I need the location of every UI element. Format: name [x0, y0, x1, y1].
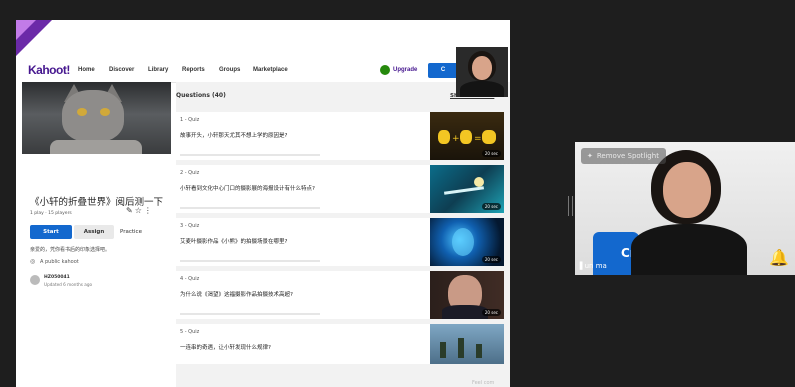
create-button[interactable]: C: [428, 63, 458, 78]
kahoot-logo[interactable]: Kahoot!: [28, 63, 70, 77]
start-button[interactable]: Start: [30, 225, 72, 239]
updated-label: Updated 6 months ago: [44, 282, 93, 287]
practice-button[interactable]: Practice: [120, 229, 142, 235]
bell-icon: 🔔: [769, 248, 789, 267]
questions-header: Questions (40): [176, 92, 226, 99]
question-text: 故事开头，小轩那天尤其不想上学的原因是?: [180, 133, 288, 139]
question-thumbnail: + = 20 sec: [430, 112, 504, 160]
kahoot-description: 亲爱的，凭你看书后的印象选择吧。: [30, 247, 111, 253]
time-badge: 20 sec: [481, 203, 501, 210]
nav-home[interactable]: Home: [78, 67, 95, 73]
avatar[interactable]: [30, 275, 40, 285]
question-text: 一连串的奇遇，让小轩发现什么规律?: [180, 345, 271, 351]
time-badge: 20 sec: [481, 256, 501, 263]
question-text: 小轩看到文化中心门口的摄影展的海报设计有什么特点?: [180, 186, 315, 192]
question-number: 3 - Quiz: [180, 223, 200, 229]
question-number: 5 - Quiz: [180, 329, 200, 335]
question-thumbnail: [430, 324, 504, 364]
brand-corner-accent: [16, 20, 36, 40]
question-text: 为什么说《渴望》这福摄影作品拍摄技术高超?: [180, 292, 293, 298]
author-name[interactable]: HZ050041: [44, 275, 70, 280]
more-icon[interactable]: ⋮: [144, 206, 154, 215]
question-card[interactable]: 3 - Quiz 艾麦叶摄影作品《小熊》的拍摄场景在哪里? 20 sec: [176, 218, 504, 266]
kahoot-details: 《小轩的折叠世界》阅后测一下 1 play · 15 players ✎☆⋮ S…: [16, 82, 171, 387]
pin-icon: ✦: [587, 152, 593, 160]
kahoot-stats: 1 play · 15 players: [30, 211, 72, 216]
nav-reports[interactable]: Reports: [182, 67, 205, 73]
visibility-label: A public kahoot: [40, 259, 79, 265]
speaker-video: Cr 🔔 ✦ Remove Spotlight ▐ un ma: [575, 142, 795, 275]
shared-screen: Kahoot! Home Discover Library Reports Gr…: [16, 20, 510, 387]
host-camera-overlay: [456, 47, 508, 97]
time-badge: 20 sec: [481, 309, 501, 316]
nav-marketplace[interactable]: Marketplace: [253, 67, 288, 73]
globe-icon: ◎: [30, 258, 36, 265]
footer-text: Feel com: [472, 380, 495, 386]
question-card[interactable]: 5 - Quiz 一连串的奇遇，让小轩发现什么规律?: [176, 324, 504, 364]
question-number: 4 - Quiz: [180, 276, 200, 282]
edit-icon[interactable]: ✎: [126, 206, 135, 215]
question-card[interactable]: 1 - Quiz 故事开头，小轩那天尤其不想上学的原因是? + = 20 sec: [176, 112, 504, 160]
question-number: 1 - Quiz: [180, 117, 200, 123]
question-thumbnail: 20 sec: [430, 218, 504, 266]
question-number: 2 - Quiz: [180, 170, 200, 176]
resize-handle[interactable]: [568, 196, 573, 216]
star-icon[interactable]: ☆: [135, 206, 144, 215]
questions-panel: Questions (40) Show answers 1 - Quiz 故事开…: [176, 82, 510, 387]
upgrade-icon[interactable]: [380, 65, 390, 75]
time-badge: 20 sec: [481, 150, 501, 157]
question-text: 艾麦叶摄影作品《小熊》的拍摄场景在哪里?: [180, 239, 288, 245]
signal-icon: ▐: [577, 262, 583, 270]
question-thumbnail: 20 sec: [430, 271, 504, 319]
participant-name: ▐ un ma: [577, 262, 607, 270]
nav-discover[interactable]: Discover: [109, 67, 134, 73]
assign-button[interactable]: Assign: [74, 225, 114, 239]
remove-spotlight-button[interactable]: ✦ Remove Spotlight: [581, 148, 666, 164]
question-card[interactable]: 2 - Quiz 小轩看到文化中心门口的摄影展的海报设计有什么特点? 20 se…: [176, 165, 504, 213]
question-card[interactable]: 4 - Quiz 为什么说《渴望》这福摄影作品拍摄技术高超? 20 sec: [176, 271, 504, 319]
question-thumbnail: 20 sec: [430, 165, 504, 213]
nav-library[interactable]: Library: [148, 67, 168, 73]
kahoot-actions: ✎☆⋮: [126, 206, 154, 215]
cover-image: [22, 82, 171, 154]
nav-groups[interactable]: Groups: [219, 67, 240, 73]
top-nav: Kahoot! Home Discover Library Reports Gr…: [16, 60, 510, 83]
upgrade-link[interactable]: Upgrade: [393, 67, 417, 73]
